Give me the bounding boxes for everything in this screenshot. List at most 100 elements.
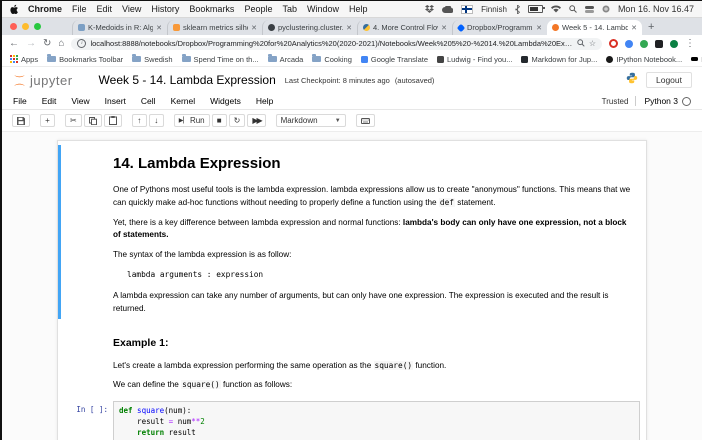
code-editor[interactable]: def square(num): result = num**2 return … bbox=[113, 400, 640, 440]
logout-button[interactable]: Logout bbox=[646, 72, 692, 88]
jupyter-logo-icon bbox=[14, 74, 25, 86]
menubar-item-help[interactable]: Help bbox=[349, 4, 368, 14]
window-close-button[interactable] bbox=[10, 23, 17, 30]
cell-type-select[interactable]: Markdown ▼ bbox=[275, 114, 346, 127]
save-icon bbox=[17, 116, 25, 125]
tab-close-icon[interactable]: ✕ bbox=[536, 24, 542, 32]
tab-close-icon[interactable]: ✕ bbox=[631, 24, 637, 32]
wifi-icon[interactable] bbox=[550, 5, 561, 13]
back-button[interactable]: ← bbox=[9, 38, 19, 49]
menubar-clock[interactable]: Mon 16. Nov 16.47 bbox=[618, 4, 694, 14]
bluetooth-icon[interactable] bbox=[515, 4, 520, 14]
screen: Chrome File Edit View History Bookmarks … bbox=[0, 0, 702, 440]
tab-close-icon[interactable]: ✕ bbox=[156, 24, 162, 32]
notebook-title[interactable]: Week 5 - 14. Lambda Expression bbox=[99, 73, 276, 87]
tab-dropbox[interactable]: Dropbox/Programming fo ✕ bbox=[452, 20, 547, 35]
input-language-label[interactable]: Finnish bbox=[481, 5, 507, 14]
extension-icon-blue[interactable] bbox=[625, 39, 633, 48]
menu-file[interactable]: File bbox=[13, 96, 27, 106]
apple-icon[interactable] bbox=[10, 4, 18, 14]
bookmark-star-icon[interactable]: ☆ bbox=[589, 39, 596, 48]
move-cell-up-button[interactable]: ↑ bbox=[131, 114, 147, 127]
cloud-status-icon[interactable] bbox=[442, 5, 454, 13]
tab-close-icon[interactable]: ✕ bbox=[346, 24, 352, 32]
input-language-flag-icon[interactable] bbox=[461, 4, 474, 14]
bookmark-folder-toolbar[interactable]: Bookmarks Toolbar bbox=[47, 54, 123, 64]
tab-kmedoids[interactable]: K-Medoids in R: Algorith ✕ bbox=[72, 20, 167, 35]
menu-edit[interactable]: Edit bbox=[42, 96, 57, 106]
favicon bbox=[691, 57, 699, 61]
bookmark-google-translate[interactable]: Google Translate bbox=[360, 55, 428, 64]
copy-cell-button[interactable] bbox=[83, 114, 102, 127]
menu-insert[interactable]: Insert bbox=[105, 96, 126, 106]
chrome-menu-icon[interactable]: ⋮ bbox=[685, 38, 695, 49]
menubar-item-window[interactable]: Window bbox=[307, 4, 339, 14]
jupyter-logo[interactable]: jupyter bbox=[12, 73, 73, 88]
inline-code-def: def bbox=[438, 197, 455, 207]
restart-run-all-button[interactable]: ▶▶ bbox=[247, 114, 266, 127]
tab-close-icon[interactable]: ✕ bbox=[251, 24, 257, 32]
favicon bbox=[521, 55, 529, 63]
battery-icon[interactable] bbox=[527, 5, 545, 13]
menubar-item-history[interactable]: History bbox=[151, 4, 179, 14]
siri-icon[interactable] bbox=[602, 5, 610, 13]
control-center-icon[interactable] bbox=[584, 5, 594, 13]
menubar-app-name[interactable]: Chrome bbox=[28, 4, 62, 14]
command-palette-button[interactable] bbox=[355, 114, 375, 127]
menubar-item-tab[interactable]: Tab bbox=[282, 4, 297, 14]
paste-cell-button[interactable] bbox=[103, 114, 122, 127]
search-icon[interactable] bbox=[577, 38, 585, 49]
tab-close-icon[interactable]: ✕ bbox=[441, 24, 447, 32]
bookmark-apps[interactable]: Apps bbox=[10, 55, 38, 64]
menu-cell[interactable]: Cell bbox=[141, 96, 156, 106]
bookmark-folder-arcada[interactable]: Arcada bbox=[267, 54, 303, 64]
window-minimize-button[interactable] bbox=[22, 23, 29, 30]
site-info-icon[interactable]: i bbox=[77, 39, 87, 48]
notebook-scroll-area[interactable]: 14. Lambda Expression One of Pythons mos… bbox=[2, 132, 702, 440]
extension-icon-red[interactable] bbox=[609, 39, 618, 48]
add-cell-button[interactable]: + bbox=[40, 114, 55, 127]
url-text: localhost:8888/notebooks/Dropbox/Program… bbox=[90, 39, 573, 48]
profile-avatar[interactable] bbox=[670, 39, 678, 48]
bookmark-bbc[interactable]: BBC bbox=[691, 55, 702, 64]
new-tab-button[interactable]: + bbox=[648, 21, 654, 33]
markdown-cell-example1[interactable]: Example 1: Let's create a lambda express… bbox=[58, 327, 646, 396]
menu-help[interactable]: Help bbox=[256, 96, 273, 106]
menubar-item-edit[interactable]: Edit bbox=[97, 4, 113, 14]
reload-button[interactable]: ↻ bbox=[43, 38, 51, 49]
code-cell-def-square[interactable]: In [ ]: def square(num): result = num**2… bbox=[58, 400, 646, 440]
bookmark-folder-spend-time[interactable]: Spend Time on th... bbox=[181, 54, 259, 64]
menu-widgets[interactable]: Widgets bbox=[210, 96, 241, 106]
menubar-item-bookmarks[interactable]: Bookmarks bbox=[189, 4, 234, 14]
menubar-item-view[interactable]: View bbox=[122, 4, 141, 14]
tab-python-docs[interactable]: 4. More Control Flow To ✕ bbox=[357, 20, 452, 35]
bookmark-folder-swedish[interactable]: Swedish bbox=[132, 54, 173, 64]
menu-view[interactable]: View bbox=[71, 96, 89, 106]
extension-icon-dark[interactable] bbox=[655, 39, 663, 48]
bookmark-markdown[interactable]: Markdown for Jup... bbox=[521, 55, 597, 64]
move-cell-down-button[interactable]: ↓ bbox=[148, 114, 164, 127]
tab-active-lambda-notebook[interactable]: Week 5 - 14. Lambda Ex ✕ bbox=[547, 20, 642, 35]
stop-button[interactable]: ■ bbox=[211, 114, 227, 127]
extension-icon-green[interactable] bbox=[640, 39, 648, 48]
tab-sklearn-metrics[interactable]: sklearn metrics silhoue ✕ bbox=[167, 20, 262, 35]
restart-kernel-button[interactable]: ↻ bbox=[228, 114, 246, 127]
home-button[interactable]: ⌂ bbox=[58, 38, 64, 49]
bookmark-ipython[interactable]: IPython Notebook... bbox=[606, 55, 682, 64]
bookmark-folder-cooking[interactable]: Cooking bbox=[312, 54, 352, 64]
save-button[interactable] bbox=[12, 114, 30, 127]
forward-button[interactable]: → bbox=[26, 38, 36, 49]
dropbox-status-icon[interactable] bbox=[425, 5, 435, 13]
cut-cell-button[interactable]: ✂ bbox=[65, 114, 82, 127]
menubar-item-people[interactable]: People bbox=[244, 4, 272, 14]
tab-pyclustering[interactable]: pyclustering.cluster.km ✕ bbox=[262, 20, 357, 35]
bookmark-ludwig[interactable]: Ludwig - Find you... bbox=[437, 55, 512, 64]
url-omnibox[interactable]: i localhost:8888/notebooks/Dropbox/Progr… bbox=[71, 37, 602, 50]
spotlight-search-icon[interactable] bbox=[569, 5, 577, 13]
markdown-cell-intro[interactable]: 14. Lambda Expression One of Pythons mos… bbox=[58, 145, 646, 320]
menubar-item-file[interactable]: File bbox=[72, 4, 87, 14]
markdown-code-block: lambda arguments : expression bbox=[127, 269, 264, 279]
window-zoom-button[interactable] bbox=[34, 23, 41, 30]
menu-kernel[interactable]: Kernel bbox=[171, 96, 196, 106]
run-button[interactable]: ▶▏ Run bbox=[173, 114, 210, 127]
